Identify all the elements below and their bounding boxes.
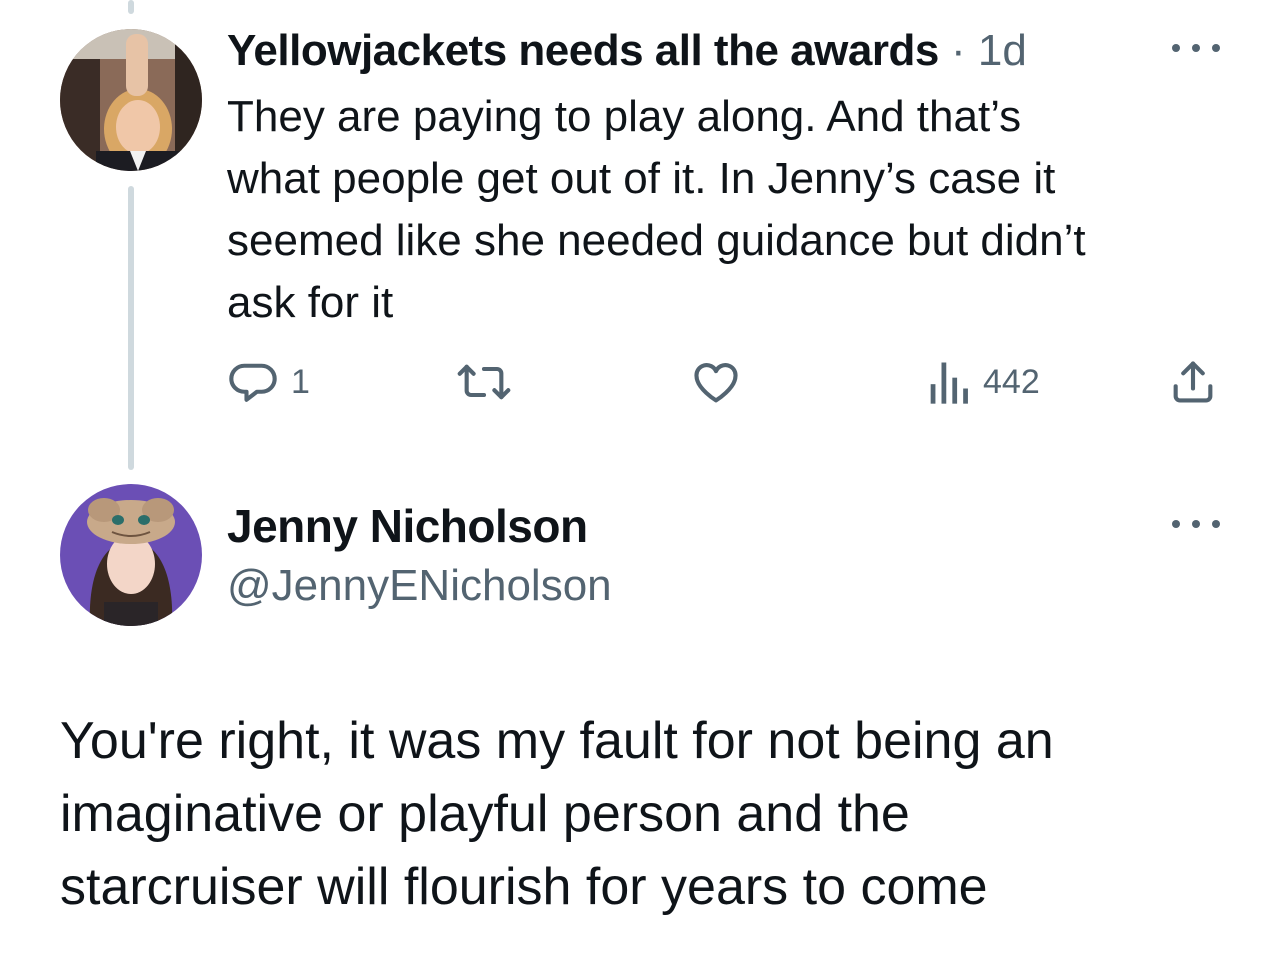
main-tweet-text: You're right, it was my fault for not be… xyxy=(60,705,1240,924)
avatar-photo-icon xyxy=(60,29,202,171)
main-more-icon[interactable] xyxy=(1172,514,1220,534)
main-author-avatar[interactable] xyxy=(60,484,202,626)
reply-more-icon[interactable] xyxy=(1172,38,1220,58)
reply-header: Yellowjackets needs all the awards · 1d xyxy=(227,24,1027,78)
views-icon xyxy=(930,362,968,404)
views-button[interactable]: 442 xyxy=(925,354,1040,410)
main-text-line: You're right, it was my fault for not be… xyxy=(60,712,1054,770)
thread-line-top xyxy=(128,0,134,14)
reply-text-line: seemed like she needed guidance but didn… xyxy=(227,216,1086,265)
share-icon xyxy=(1173,361,1213,403)
reply-display-name[interactable]: Yellowjackets needs all the awards xyxy=(227,26,939,75)
reply-text-line: ask for it xyxy=(227,278,394,327)
reply-timestamp[interactable]: 1d xyxy=(978,26,1027,75)
reply-separator: · xyxy=(951,26,966,75)
avatar-photo-icon xyxy=(60,484,202,626)
main-text-line: imaginative or playful person and the xyxy=(60,785,910,843)
reply-author-avatar[interactable] xyxy=(60,29,202,171)
main-handle[interactable]: @JennyENicholson xyxy=(227,558,612,614)
reply-text-line: what people get out of it. In Jenny’s ca… xyxy=(227,154,1056,203)
reply-text: They are paying to play along. And that’… xyxy=(227,86,1217,334)
reply-count: 1 xyxy=(291,362,310,401)
retweet-icon xyxy=(457,364,511,400)
main-text-line: starcruiser will flourish for years to c… xyxy=(60,858,988,916)
reply-icon xyxy=(229,363,277,402)
main-display-name[interactable]: Jenny Nicholson xyxy=(227,498,588,554)
thread-line xyxy=(128,186,134,470)
like-button[interactable] xyxy=(690,354,754,410)
retweet-button[interactable] xyxy=(455,354,525,410)
like-icon xyxy=(694,363,738,403)
reply-text-line: They are paying to play along. And that’… xyxy=(227,92,1022,141)
share-button[interactable] xyxy=(1167,354,1219,410)
views-count: 442 xyxy=(983,362,1040,401)
reply-button[interactable]: 1 xyxy=(227,354,310,410)
